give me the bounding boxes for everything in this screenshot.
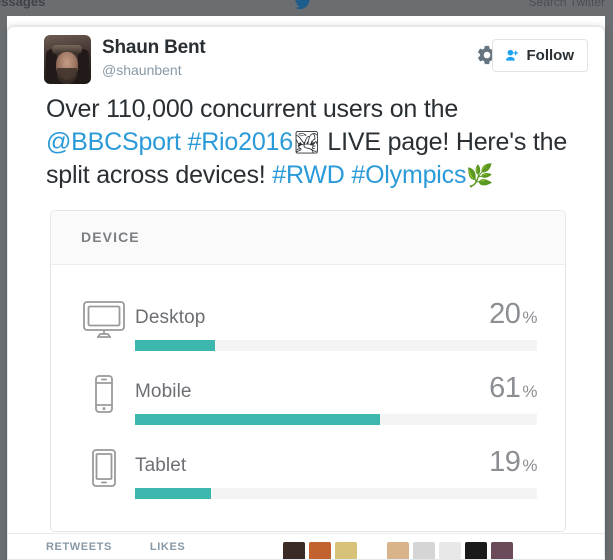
tweet-text: Over 110,000 concurrent users on the @BB… [8,89,604,192]
device-percent-value: 19 [489,446,521,478]
device-breakdown-card: DEVICE Desktop 20% Mobile 61 % Tablet 19… [50,210,566,532]
device-percent: 20% [489,298,537,331]
wreath-emoji: 🌿 [466,163,494,188]
avatar-thumb[interactable] [335,542,358,559]
hashtag-olympics-link[interactable]: #Olympics [351,161,466,189]
device-row-main: Mobile 61% [135,372,541,425]
follow-button[interactable]: Follow [491,39,588,72]
tweet-detail-modal: Shaun Bent @shaunbent Follow Over 110,00… [7,26,605,560]
device-row-main: Tablet 19% [135,446,541,499]
avatar-detail [78,49,89,83]
device-row-line: Tablet 19% [135,446,537,479]
mobile-phone-icon [73,372,135,414]
device-card-title: DEVICE [81,229,140,245]
avatar-thumb[interactable] [283,542,306,559]
device-bar-fill [135,414,381,425]
avatar-thumb[interactable] [387,542,410,559]
device-percent-value: 61 [489,372,521,404]
tweet-text-line2: LIVE page! Here's the [327,128,568,156]
hashtag-rio2016-link[interactable]: #Rio2016 [188,128,294,156]
author-name-block: Shaun Bent @shaunbent [102,37,206,79]
mention-bbcsport-link[interactable]: @BBCSport [46,128,181,156]
device-row-main: Desktop 20% [135,298,541,351]
avatar-thumb[interactable] [309,542,332,559]
mountain-emoji: 🏞 [292,130,321,155]
desktop-monitor-icon [73,298,135,340]
device-bar-fill [135,488,212,499]
device-row-line: Mobile 61% [135,372,537,405]
avatar-detail [57,68,77,84]
tweet-text-line3: split across devices! [46,161,266,189]
tweet-text-line1: Over 110,000 concurrent users on the [46,95,459,123]
device-percent: 19% [489,446,537,479]
device-bar-track [135,340,537,351]
percent-symbol: % [522,308,537,327]
avatar[interactable] [44,35,91,84]
device-label: Tablet [135,455,187,476]
avatar-thumb[interactable] [361,542,384,559]
twitter-bird-icon[interactable] [292,0,314,11]
page-right-overlay [605,16,613,560]
search-twitter-placeholder[interactable]: Search Twitter [529,0,605,9]
device-bar-track [135,414,537,425]
device-row-line: Desktop 20% [135,298,537,331]
author-handle[interactable]: @shaunbent [102,61,206,79]
author-display-name[interactable]: Shaun Bent [102,37,206,59]
follow-button-label: Follow [526,47,575,64]
percent-symbol: % [522,456,537,475]
device-percent: 61% [489,372,537,405]
device-bar-fill [135,340,216,351]
device-percent-value: 20 [489,298,521,330]
page-top-strip [7,16,605,26]
device-row: Tablet 19% [73,435,541,509]
avatar-thumb[interactable] [491,542,514,559]
tweet-stats-footer: RETWEETS LIKES [8,533,604,559]
avatar-thumb[interactable] [439,542,462,559]
device-row: Mobile 61% [73,361,541,435]
browser-top-navbar: essages Search Twitter [0,0,613,16]
engagement-avatars [283,541,514,559]
person-plus-icon [504,47,521,64]
tablet-icon [73,446,135,488]
page-left-overlay [0,16,7,560]
nav-messages-label[interactable]: essages [0,0,45,9]
avatar-thumb[interactable] [465,542,488,559]
device-label: Desktop [135,307,206,328]
device-bar-track [135,488,537,499]
device-label: Mobile [135,381,192,402]
retweets-label[interactable]: RETWEETS [46,541,112,553]
device-rows-list: Desktop 20% Mobile 61 % Tablet 19 % [51,265,565,531]
hashtag-rwd-link[interactable]: #RWD [272,161,345,189]
tweet-header: Shaun Bent @shaunbent Follow [8,27,604,89]
percent-symbol: % [522,382,537,401]
device-card-header: DEVICE [51,211,565,265]
likes-label[interactable]: LIKES [150,541,185,553]
device-row: Desktop 20% [73,287,541,361]
avatar-thumb[interactable] [413,542,436,559]
